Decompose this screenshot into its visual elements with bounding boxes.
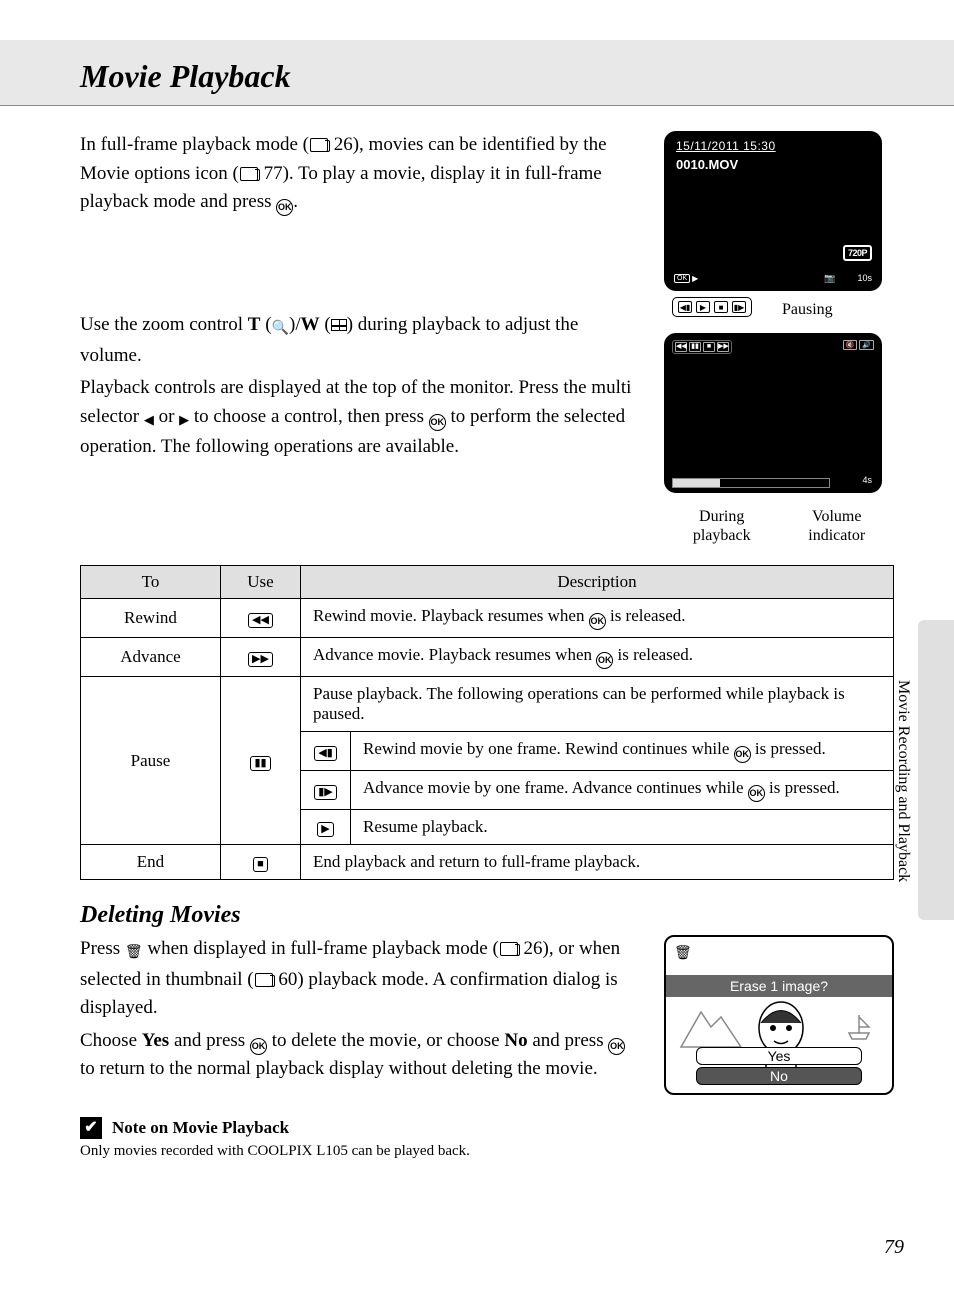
lcd2-annotations: Duringplayback Volumeindicator (664, 507, 894, 545)
volume-indicator-label: Volumeindicator (808, 507, 865, 545)
page-number: 79 (884, 1236, 904, 1259)
resolution-badge: 720P (843, 245, 872, 261)
check-icon: ✔ (80, 1117, 102, 1139)
deleting-row: Press when displayed in full-frame playb… (80, 935, 894, 1095)
rewind-icon: ◀◀ (248, 613, 273, 628)
page-title: Movie Playback (80, 58, 894, 95)
para2-text: Use the zoom control T ()/W () during pl… (80, 311, 634, 545)
during-playback-label: Duringplayback (693, 507, 751, 545)
play-icon: ▶ (317, 822, 333, 837)
trash-icon: 🗑 (674, 945, 692, 962)
ok-icon (589, 613, 606, 630)
intro-row: In full-frame playback mode ( 26), movie… (80, 131, 894, 291)
stop-icon: ■ (253, 857, 268, 872)
ok-icon (276, 199, 293, 216)
trash-icon (125, 937, 143, 966)
title-band: Movie Playback (0, 40, 954, 106)
playback-controls: ◀◀ ▮▮ ■ ▶▶ (672, 340, 732, 354)
lcd1-figure: 15/11/2011 15:30 0010.MOV 720P OK ▶ 📷 10… (664, 131, 894, 291)
deleting-text: Press when displayed in full-frame playb… (80, 935, 634, 1095)
lcd2-duration: 4s (862, 475, 872, 485)
section-label: Movie Recording and Playback (894, 680, 912, 882)
stop-icon: ■ (714, 301, 728, 313)
ok-icon (429, 414, 446, 431)
book-icon (255, 973, 273, 987)
note-header: ✔ Note on Movie Playback (80, 1117, 894, 1139)
row-end: End ■ End playback and return to full-fr… (81, 845, 894, 880)
lcd-screen-1: 15/11/2011 15:30 0010.MOV 720P OK ▶ 📷 10… (664, 131, 882, 291)
lcd-duration: 10s (857, 273, 872, 283)
advance-icon: ▶▶ (248, 652, 273, 667)
delete-dialog: 🗑 Erase 1 image? Yes (664, 935, 894, 1095)
book-icon (310, 138, 328, 152)
th-use: Use (221, 566, 301, 599)
ok-icon (748, 785, 765, 802)
right-arrow-icon (179, 405, 189, 434)
ok-icon (596, 652, 613, 669)
lcd-screen-2: ◀◀ ▮▮ ■ ▶▶ 🔇 🔊 4s (664, 333, 882, 493)
play-icon: ▶ (696, 301, 710, 313)
side-tab (918, 620, 954, 920)
delete-dialog-figure: 🗑 Erase 1 image? Yes (664, 935, 894, 1095)
intro-text: In full-frame playback mode ( 26), movie… (80, 131, 634, 291)
frame-rewind-icon: ◀▮ (678, 301, 692, 313)
pausing-label: Pausing (782, 301, 833, 319)
deleting-title: Deleting Movies (80, 902, 894, 929)
left-arrow-icon (144, 405, 154, 434)
frame-advance-icon: ▮▶ (314, 785, 337, 800)
dialog-yes: Yes (696, 1047, 862, 1065)
row-rewind: Rewind ◀◀ Rewind movie. Playback resumes… (81, 599, 894, 638)
lcd-bottom-bar: OK ▶ 📷 10s (666, 270, 880, 286)
manual-page: Movie Playback In full-frame playback mo… (0, 0, 954, 1314)
para2-row: Use the zoom control T ()/W () during pl… (80, 311, 894, 545)
ok-icon (608, 1038, 625, 1055)
magnify-icon (272, 313, 289, 342)
dialog-prompt: Erase 1 image? (666, 975, 892, 997)
volume-control: 🔇 🔊 (843, 340, 874, 350)
pause-icon: ▮▮ (250, 756, 270, 771)
book-icon (500, 942, 518, 956)
ok-icon (734, 746, 751, 763)
pausing-callout: ◀▮ ▶ ■ ▮▶ (672, 297, 752, 317)
lcd-datetime: 15/11/2011 15:30 (676, 139, 776, 153)
frame-rewind-icon: ◀▮ (314, 746, 337, 761)
row-pause: Pause ▮▮ Pause playback. The following o… (81, 677, 894, 732)
ok-icon (250, 1038, 267, 1055)
th-desc: Description (301, 566, 894, 599)
thumbnail-icon (331, 319, 347, 331)
row-advance: Advance ▶▶ Advance movie. Playback resum… (81, 638, 894, 677)
lcd2-figure: ◀▮ ▶ ■ ▮▶ Pausing ◀◀ ▮▮ ■ ▶▶ 🔇 🔊 (664, 311, 894, 545)
content: In full-frame playback mode ( 26), movie… (80, 106, 894, 1160)
dialog-no: No (696, 1067, 862, 1085)
note-body: Only movies recorded with COOLPIX L105 c… (80, 1143, 894, 1160)
lcd-filename: 0010.MOV (676, 157, 738, 172)
mountain-icon (676, 1002, 746, 1052)
operations-table: To Use Description Rewind ◀◀ Rewind movi… (80, 565, 894, 880)
frame-advance-icon: ▮▶ (732, 301, 746, 313)
book-icon (240, 167, 258, 181)
note-title: Note on Movie Playback (112, 1118, 289, 1138)
th-to: To (81, 566, 221, 599)
boat-icon (844, 1013, 874, 1043)
